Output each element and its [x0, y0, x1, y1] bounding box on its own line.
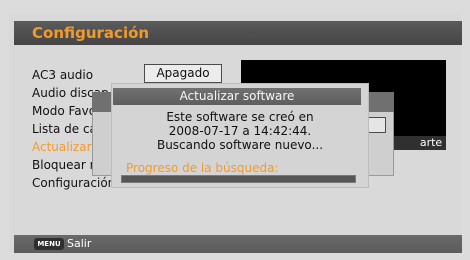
dialog-title: Actualizar software	[113, 88, 361, 105]
menu-item-ac3-audio[interactable]: AC3 audio	[32, 66, 142, 84]
dialog-line-1: Este software se creó en	[166, 110, 314, 124]
dialog-line-2: 2008-07-17 a 14:42:44.	[168, 124, 312, 138]
exit-label: Salir	[67, 237, 92, 250]
progress-bar	[121, 175, 356, 183]
menu-key-icon: MENU	[34, 238, 64, 250]
tv-settings-screen: Configuración AC3 audio Audio discap Mod…	[0, 0, 470, 260]
page-title: Configuración	[14, 21, 462, 45]
preview-strip-text: arte	[419, 136, 443, 149]
dialog-line-3: Buscando software nuevo...	[156, 138, 324, 152]
dialog-message: Este software se creó en 2008-07-17 a 14…	[120, 110, 360, 152]
ac3-audio-value[interactable]: Apagado	[144, 64, 222, 83]
progress-label: Progreso de la búsqueda:	[126, 161, 279, 175]
